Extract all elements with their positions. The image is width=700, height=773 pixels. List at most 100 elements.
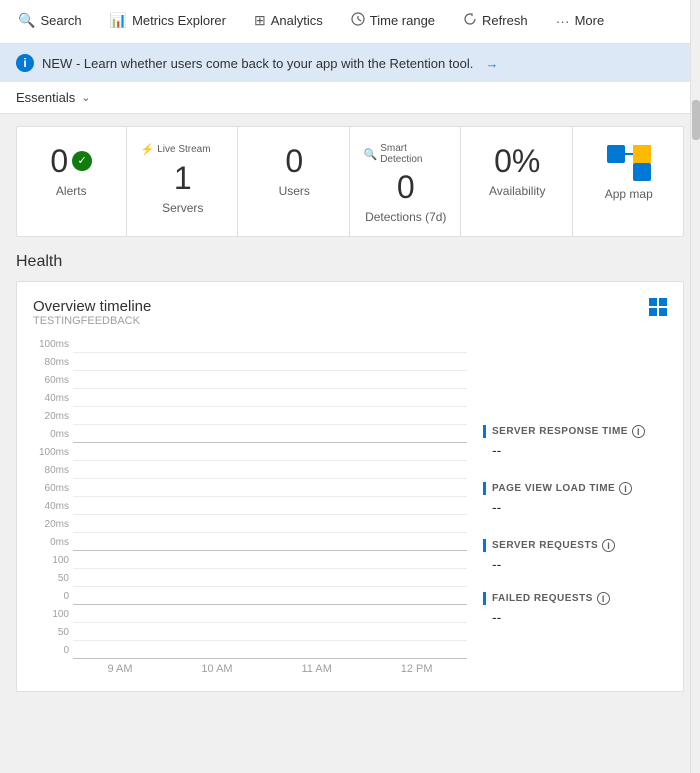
chart-row: 50 [33, 623, 467, 641]
metric-card-appmap[interactable]: App map [575, 127, 684, 236]
x-axis: 9 AM 10 AM 11 AM 12 PM [73, 663, 467, 675]
server-response-time-value: -- [492, 442, 667, 458]
users-label: Users [279, 184, 310, 198]
chart-row: 100 [33, 551, 467, 569]
failed-requests-info-icon[interactable]: i [597, 592, 610, 605]
right-metric-server-response: SERVER RESPONSE TIME i -- [483, 425, 667, 458]
app-map-icon [605, 143, 653, 183]
chart-row: 20ms [33, 407, 467, 425]
availability-value: 0% [494, 143, 540, 180]
analytics-label: Analytics [271, 13, 323, 28]
metric-card-detections[interactable]: 🔍 Smart Detection 0 Detections (7d) [352, 127, 462, 236]
servers-tag: ⚡ Live Stream [141, 143, 226, 156]
server-requests-value: -- [492, 556, 667, 572]
users-number: 0 [285, 143, 303, 180]
metrics-row: 0 ✓ Alerts ⚡ Live Stream 1 Servers 0 Use… [16, 126, 684, 237]
chart-section-2: 100ms 80ms 60ms 40ms [33, 443, 467, 551]
smart-detection-icon: 🔍 [364, 148, 378, 161]
metric-card-users[interactable]: 0 Users [240, 127, 350, 236]
page-view-load-time-label: PAGE VIEW LOAD TIME [492, 483, 615, 494]
server-requests-label: SERVER REQUESTS [492, 540, 598, 551]
time-range-button[interactable]: Time range [337, 0, 449, 44]
more-label: More [575, 13, 605, 28]
page-scrollbar[interactable] [690, 0, 700, 773]
chart-row: 60ms [33, 479, 467, 497]
chart-row: 0 [33, 641, 467, 659]
chart-area: 100ms 80ms 60ms 40ms [33, 335, 667, 675]
essentials-bar: Essentials ⌄ [0, 82, 700, 114]
time-range-label: Time range [370, 13, 435, 28]
chart-row: 0ms [33, 425, 467, 443]
chart-row: 20ms [33, 515, 467, 533]
metrics-explorer-icon: 📊 [110, 12, 127, 29]
servers-tag-label: Live Stream [157, 144, 210, 155]
analytics-icon: ⊞ [254, 12, 266, 29]
timeline-card: Overview timeline TESTINGFEEDBACK 100ms [16, 281, 684, 692]
appmap-label: App map [605, 187, 653, 201]
scrollbar-thumb[interactable] [692, 100, 700, 140]
failed-requests-label: FAILED REQUESTS [492, 593, 593, 604]
chart-row: 100ms [33, 335, 467, 353]
server-response-time-info-icon[interactable]: i [632, 425, 645, 438]
chart-row: 50 [33, 569, 467, 587]
timeline-header: Overview timeline TESTINGFEEDBACK [33, 298, 667, 327]
detections-number: 0 [397, 169, 415, 206]
search-label: Search [40, 13, 81, 28]
alerts-label: Alerts [56, 184, 87, 198]
check-icon: ✓ [72, 151, 92, 171]
grid-icon[interactable] [649, 298, 667, 316]
availability-label: Availability [489, 184, 545, 198]
chart-section-3: 100 50 0 [33, 551, 467, 605]
timeline-subtitle: TESTINGFEEDBACK [33, 315, 151, 327]
metric-card-availability[interactable]: 0% Availability [463, 127, 573, 236]
toolbar: 🔍 Search 📊 Metrics Explorer ⊞ Analytics … [0, 0, 700, 44]
chart-row: 40ms [33, 389, 467, 407]
refresh-label: Refresh [482, 13, 528, 28]
chart-section-1: 100ms 80ms 60ms 40ms [33, 335, 467, 443]
health-label: Health [16, 253, 684, 271]
chart-section-4: 100 50 0 [33, 605, 467, 659]
chart-row: 80ms [33, 353, 467, 371]
essentials-chevron-icon[interactable]: ⌄ [81, 91, 90, 104]
refresh-icon [463, 12, 477, 29]
detections-tag: 🔍 Smart Detection [364, 143, 449, 165]
server-response-time-label: SERVER RESPONSE TIME [492, 426, 628, 437]
alerts-number: 0 ✓ [50, 143, 92, 180]
info-icon: i [16, 54, 34, 72]
essentials-label: Essentials [16, 90, 75, 105]
more-button[interactable]: ··· More [542, 0, 619, 44]
analytics-button[interactable]: ⊞ Analytics [240, 0, 337, 44]
chart-row: 0ms [33, 533, 467, 551]
page-view-load-time-value: -- [492, 499, 667, 515]
search-button[interactable]: 🔍 Search [4, 0, 96, 44]
info-banner: i NEW - Learn whether users come back to… [0, 44, 700, 82]
refresh-button[interactable]: Refresh [449, 0, 542, 44]
chart-row: 80ms [33, 461, 467, 479]
chart-right-panel: SERVER RESPONSE TIME i -- PAGE VIEW LOAD… [467, 335, 667, 675]
page-view-load-time-info-icon[interactable]: i [619, 482, 632, 495]
search-icon: 🔍 [18, 12, 35, 29]
right-metric-page-view: PAGE VIEW LOAD TIME i -- [483, 482, 667, 515]
detections-tag-label: Smart Detection [380, 143, 448, 165]
main-content: 0 ✓ Alerts ⚡ Live Stream 1 Servers 0 Use… [0, 114, 700, 767]
timeline-title: Overview timeline [33, 298, 151, 315]
banner-link[interactable]: → [485, 56, 498, 71]
chart-row: 100 [33, 605, 467, 623]
chart-row: 40ms [33, 497, 467, 515]
right-metric-failed-requests: FAILED REQUESTS i -- [483, 592, 667, 625]
livestream-icon: ⚡ [141, 143, 155, 156]
chart-row: 100ms [33, 443, 467, 461]
time-range-icon [351, 12, 365, 29]
metric-card-alerts[interactable]: 0 ✓ Alerts [17, 127, 127, 236]
chart-row: 60ms [33, 371, 467, 389]
metrics-explorer-label: Metrics Explorer [132, 13, 226, 28]
banner-text: NEW - Learn whether users come back to y… [42, 56, 473, 71]
metrics-explorer-button[interactable]: 📊 Metrics Explorer [96, 0, 240, 44]
failed-requests-value: -- [492, 609, 667, 625]
servers-number: 1 [174, 160, 192, 197]
servers-label: Servers [162, 201, 203, 215]
more-icon: ··· [556, 13, 570, 29]
metric-card-servers[interactable]: ⚡ Live Stream 1 Servers [129, 127, 239, 236]
timeline-title-group: Overview timeline TESTINGFEEDBACK [33, 298, 151, 327]
server-requests-info-icon[interactable]: i [602, 539, 615, 552]
